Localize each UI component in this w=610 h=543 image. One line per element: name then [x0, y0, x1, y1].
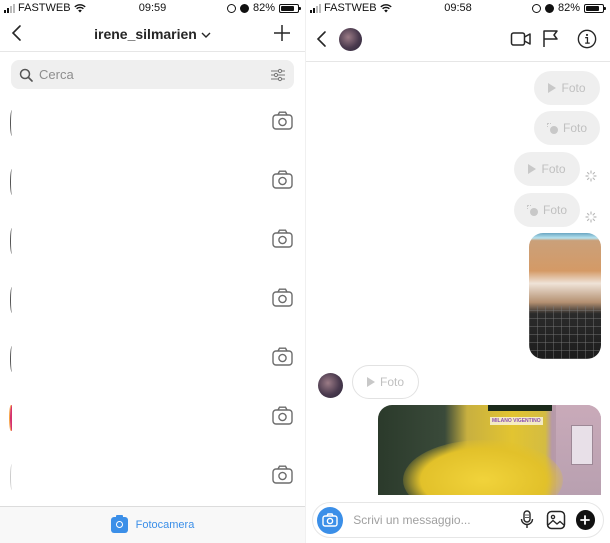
- play-icon: [366, 377, 375, 387]
- chevron-down-icon: [201, 32, 211, 39]
- microphone-icon: [520, 510, 534, 528]
- camera-icon: [110, 515, 128, 533]
- new-message-plus-icon[interactable]: [273, 24, 291, 42]
- camera-icon[interactable]: [272, 406, 293, 425]
- battery-icon: [279, 3, 301, 13]
- info-icon[interactable]: [576, 29, 598, 49]
- filter-sliders-icon[interactable]: [270, 67, 286, 83]
- conversation-row[interactable]: [0, 452, 305, 510]
- conversation-row[interactable]: [0, 216, 305, 274]
- camera-footer-label: Fotocamera: [135, 519, 195, 531]
- play-icon: [548, 83, 557, 93]
- received-photo-bubble[interactable]: Foto: [352, 365, 419, 399]
- message-photo-bubble[interactable]: Foto: [534, 111, 600, 145]
- camera-icon: [322, 513, 338, 527]
- camera-footer-button[interactable]: Fotocamera: [0, 506, 305, 543]
- image-caption: MILANO VIGENTINO: [490, 417, 543, 425]
- message-image-keyboard[interactable]: [529, 233, 601, 359]
- message-composer: [312, 502, 604, 538]
- direct-inbox-screen: FASTWEB 09:59 82% irene_silmarien Fotoca…: [0, 0, 305, 543]
- camera-icon[interactable]: [272, 111, 293, 130]
- orientation-lock-icon: [226, 3, 236, 13]
- conversation-avatar[interactable]: [10, 287, 14, 313]
- conversation-row[interactable]: [0, 334, 305, 392]
- sending-spinner-icon: [585, 170, 597, 182]
- gallery-image-icon: [546, 510, 565, 530]
- search-bar: [11, 60, 294, 89]
- camera-icon[interactable]: [272, 288, 293, 307]
- conversation-row[interactable]: [0, 98, 305, 156]
- battery-icon: [584, 3, 606, 13]
- conversation-avatar[interactable]: [10, 405, 14, 431]
- conversation-avatar[interactable]: [10, 110, 14, 136]
- message-photo-bubble[interactable]: Foto: [534, 71, 600, 105]
- camera-icon[interactable]: [272, 347, 293, 366]
- status-bar: FASTWEB 09:59 82%: [0, 0, 305, 17]
- microphone-button[interactable]: [517, 510, 536, 530]
- conversation-row[interactable]: [0, 393, 305, 451]
- conversation-avatar[interactable]: [10, 346, 14, 372]
- camera-icon[interactable]: [272, 229, 293, 248]
- account-switcher[interactable]: irene_silmarien: [0, 26, 305, 42]
- flag-icon[interactable]: [540, 29, 562, 49]
- message-image-flowers[interactable]: MILANO VIGENTINO: [378, 405, 601, 495]
- sending-spinner-icon: [585, 211, 597, 223]
- conversation-row[interactable]: [0, 275, 305, 333]
- contact-avatar[interactable]: [339, 28, 362, 51]
- inbox-header: irene_silmarien: [0, 17, 305, 52]
- search-icon: [19, 68, 33, 82]
- message-photo-bubble[interactable]: Foto: [514, 152, 580, 186]
- search-input[interactable]: [39, 67, 270, 82]
- more-options-button[interactable]: [575, 510, 595, 530]
- alarm-icon: [239, 3, 249, 13]
- video-call-icon[interactable]: [510, 29, 532, 49]
- camera-icon[interactable]: [272, 170, 293, 189]
- sender-avatar[interactable]: [318, 373, 343, 398]
- orientation-lock-icon: [531, 3, 541, 13]
- conversation-row[interactable]: [0, 157, 305, 215]
- message-input[interactable]: [353, 513, 509, 527]
- account-name: irene_silmarien: [94, 26, 197, 42]
- plus-icon: [580, 515, 591, 525]
- camera-button[interactable]: [317, 506, 344, 534]
- battery-percent: 82%: [557, 2, 580, 14]
- conversation-avatar[interactable]: [10, 169, 14, 195]
- back-icon[interactable]: [315, 29, 329, 49]
- message-photo-bubble[interactable]: Foto: [514, 193, 580, 227]
- chat-header: [306, 17, 610, 62]
- conversation-avatar[interactable]: [10, 228, 14, 254]
- tap-to-view-icon: [526, 204, 538, 216]
- gallery-button[interactable]: [546, 510, 566, 530]
- battery-percent: 82%: [252, 2, 275, 14]
- status-bar: FASTWEB 09:58 82%: [306, 0, 610, 17]
- camera-icon[interactable]: [272, 465, 293, 484]
- conversation-avatar[interactable]: [10, 464, 14, 490]
- play-icon: [528, 164, 537, 174]
- tap-to-view-icon: [546, 122, 558, 134]
- alarm-icon: [544, 3, 554, 13]
- chat-thread-screen: FASTWEB 09:58 82% Foto Foto Foto Foto Fo…: [305, 0, 610, 543]
